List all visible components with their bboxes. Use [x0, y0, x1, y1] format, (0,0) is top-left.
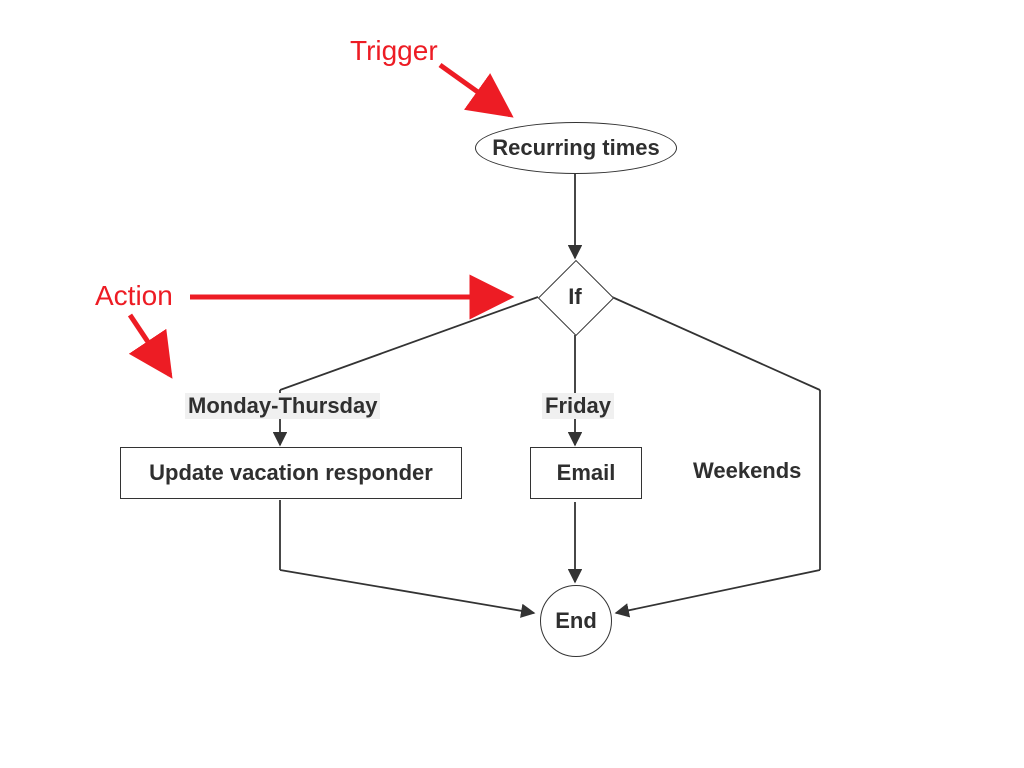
node-decision-label: If: [568, 284, 581, 310]
edge-decision-branch-c-diag: [612, 297, 820, 390]
node-decision-diamond: If: [549, 271, 601, 323]
edge-label-branch-b: Friday: [542, 393, 614, 419]
flowchart-canvas: Trigger Action Recurring times If Monday…: [0, 0, 1024, 768]
node-start-ellipse: Recurring times: [475, 122, 677, 174]
edge-label-branch-a: Monday-Thursday: [185, 393, 380, 419]
node-action-b-label: Email: [557, 460, 616, 486]
edge-branch-a-end-in: [280, 570, 534, 613]
edge-decision-branch-a-diag: [280, 297, 538, 390]
node-end-label: End: [555, 608, 597, 634]
node-start-label: Recurring times: [492, 135, 660, 161]
node-action-b-rect: Email: [530, 447, 642, 499]
node-action-a-rect: Update vacation responder: [120, 447, 462, 499]
annotation-trigger-text: Trigger: [350, 35, 438, 67]
node-action-a-label: Update vacation responder: [149, 460, 433, 486]
annotation-arrow-trigger: [440, 65, 510, 115]
connectors-layer: [0, 0, 1024, 768]
edge-decision-branch-c-in: [616, 570, 820, 613]
node-end-circle: End: [540, 585, 612, 657]
annotation-action-text: Action: [95, 280, 173, 312]
edge-label-branch-c: Weekends: [690, 458, 804, 484]
annotation-arrow-action-short: [130, 315, 170, 375]
